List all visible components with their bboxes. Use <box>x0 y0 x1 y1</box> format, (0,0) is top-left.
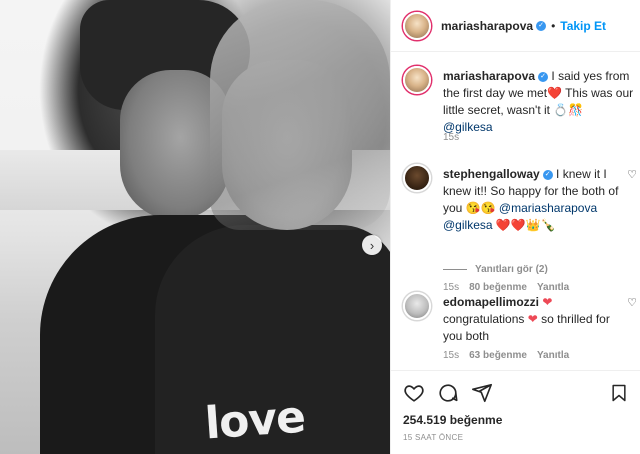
likes-count[interactable]: 254.519 beğenme <box>403 413 629 427</box>
caption-username[interactable]: mariasharapova <box>443 69 535 83</box>
header-username[interactable]: mariasharapova <box>441 19 533 33</box>
heart-emoji: ❤ <box>527 312 538 326</box>
comment-username[interactable]: stephengalloway <box>443 167 540 181</box>
header-separator: • <box>551 18 556 33</box>
post-photo[interactable]: love › <box>0 0 390 454</box>
shirt-lettering: love <box>203 391 307 450</box>
avatar[interactable] <box>403 164 431 192</box>
view-replies-button[interactable]: Yanıtları gör (2) <box>443 264 548 275</box>
comment-text: edomapellimozzi ❤ congratulations ❤ so t… <box>443 294 629 345</box>
verified-icon: ✓ <box>542 169 553 180</box>
post-sidebar: mariasharapova ✓ • Takip Et mariasharapova ✓… <box>390 0 640 454</box>
heart-icon[interactable] <box>403 382 425 404</box>
comment-username[interactable]: edomapellimozzi <box>443 295 539 309</box>
comment-icon[interactable] <box>437 382 459 404</box>
comment-mention[interactable]: @mariasharapova <box>499 201 597 215</box>
post-timestamp[interactable]: 15 SAAT ÖNCE <box>403 433 629 442</box>
comment-likes[interactable]: 63 beğenme <box>469 350 527 361</box>
comment-body: congratulations <box>443 312 525 326</box>
comment-mention[interactable]: @gilkesa <box>443 218 493 232</box>
comment-meta: 15s 63 beğenme Yanıtla <box>443 350 569 361</box>
action-icons <box>403 381 629 405</box>
next-photo-button[interactable]: › <box>362 235 382 255</box>
header-user: mariasharapova ✓ • Takip Et <box>441 19 606 33</box>
avatar[interactable] <box>403 11 431 40</box>
caption: mariasharapova ✓ I said yes from the firs… <box>403 66 639 146</box>
reply-button[interactable]: Yanıtla <box>537 350 569 361</box>
caption-meta: 15s <box>443 132 459 143</box>
heart-emoji: ❤ <box>542 295 553 309</box>
replies-line <box>443 269 467 270</box>
bookmark-icon[interactable] <box>609 382 629 404</box>
view-replies-label: Yanıtları gör (2) <box>475 264 548 275</box>
action-bar: 254.519 beğenme 15 SAAT ÖNCE <box>391 370 640 442</box>
post-header: mariasharapova ✓ • Takip Et <box>391 0 640 52</box>
comment-emoji: ❤️❤️👑🍾 <box>495 218 556 232</box>
follow-button[interactable]: Takip Et <box>560 19 606 33</box>
avatar[interactable] <box>403 292 431 320</box>
verified-icon: ✓ <box>536 21 547 32</box>
chevron-right-icon: › <box>369 237 375 253</box>
comments-list[interactable]: mariasharapova ✓ I said yes from the firs… <box>391 52 640 364</box>
caption-text: mariasharapova ✓ I said yes from the firs… <box>443 68 635 136</box>
photo-hair-woman <box>210 0 390 230</box>
comment-time[interactable]: 15s <box>443 350 459 361</box>
heart-icon[interactable]: ♡ <box>627 296 637 309</box>
comment-text: stephengalloway ✓ I knew it I knew it!! S… <box>443 166 629 234</box>
heart-icon[interactable]: ♡ <box>627 168 637 181</box>
share-icon[interactable] <box>471 382 493 404</box>
verified-icon: ✓ <box>538 71 549 82</box>
avatar[interactable] <box>403 66 431 94</box>
caption-time[interactable]: 15s <box>443 132 459 143</box>
